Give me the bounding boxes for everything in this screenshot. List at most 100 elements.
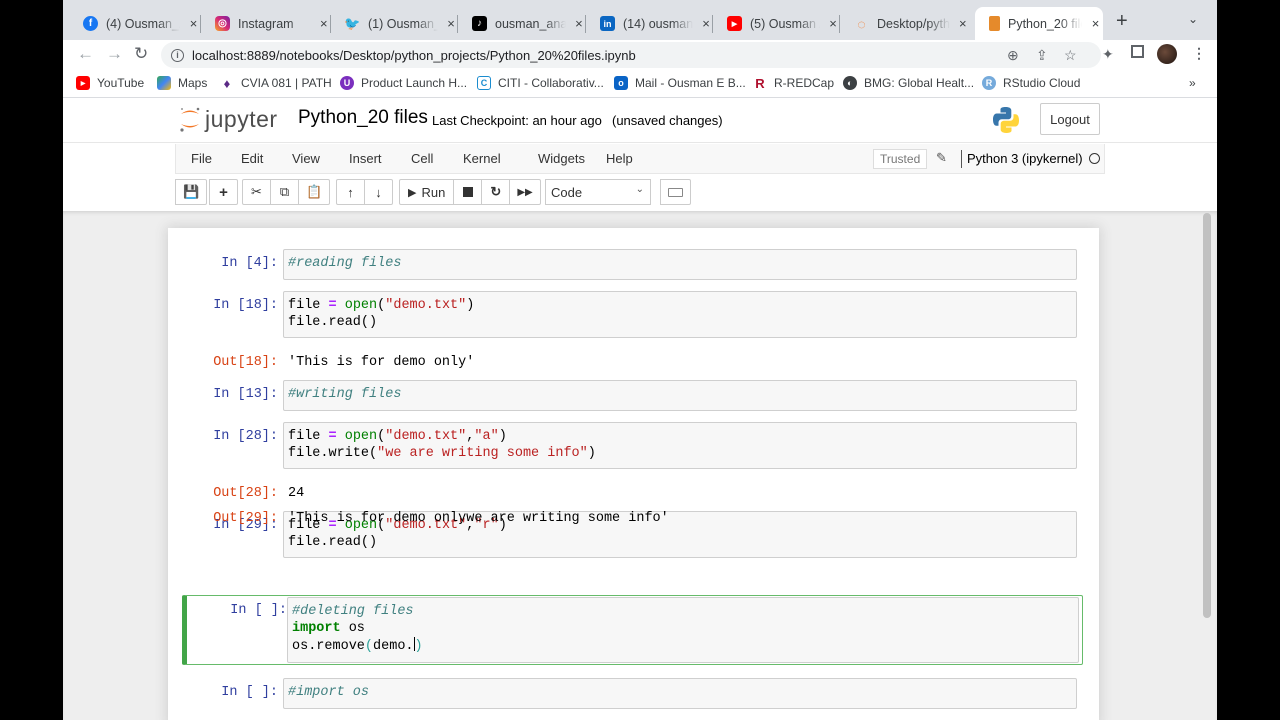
vertical-scrollbar[interactable]	[1203, 213, 1211, 618]
maps-icon	[157, 76, 171, 90]
new-tab-button[interactable]: +	[1116, 10, 1128, 33]
kernel-name[interactable]: Python 3 (ipykernel)	[967, 151, 1083, 166]
save-button[interactable]: 💾	[175, 179, 208, 205]
fast-forward-icon: ▶▶	[517, 186, 533, 198]
tab-search-chevron-icon[interactable]: ⌄	[1188, 12, 1198, 26]
forward-arrow-icon[interactable]: →	[106, 44, 123, 64]
close-tab-icon[interactable]: ×	[444, 16, 458, 31]
code-editor[interactable]: #import os	[283, 678, 1077, 709]
input-prompt: In [13]:	[213, 387, 278, 402]
edit-pencil-icon[interactable]: ✎	[936, 150, 947, 166]
run-button[interactable]: ▶ Run	[399, 179, 455, 205]
notebook-name[interactable]: Python_20 files	[298, 107, 428, 129]
site-info-icon[interactable]: i	[171, 48, 184, 62]
tab-jupyter-tree[interactable]: ◌ Desktop/pyth ×	[840, 7, 970, 40]
bookmark-redcap[interactable]: R R-REDCap	[753, 76, 834, 91]
close-tab-icon[interactable]: ×	[186, 16, 201, 31]
copy-icon: ⧉	[279, 184, 290, 199]
code-cell-selected[interactable]: In [ ]: #deleting files import os os.remove…	[182, 595, 1083, 665]
copy-button[interactable]: ⧉	[270, 179, 299, 205]
side-panel-icon[interactable]	[1131, 45, 1144, 58]
zoom-icon[interactable]: ⊕	[1007, 47, 1019, 64]
tab-tiktok[interactable]: ♪ ousman_analy ×	[458, 7, 586, 40]
python-logo-icon	[993, 107, 1019, 133]
back-arrow-icon[interactable]: ←	[77, 44, 94, 64]
tab-notebook-active[interactable]: Python_20 file ×	[975, 7, 1103, 40]
code-editor[interactable]: file = open("demo.txt") file.read()	[283, 291, 1077, 338]
input-prompt: In [ ]:	[221, 685, 278, 700]
code-editor[interactable]: #reading files	[283, 249, 1077, 280]
bookmark-youtube[interactable]: ▶ YouTube	[76, 76, 144, 90]
reload-icon[interactable]: ↻	[134, 44, 148, 64]
jupyter-header: jupyter Python_20 files Last Checkpoint:…	[63, 99, 1217, 143]
cut-button[interactable]: ✂	[242, 179, 271, 205]
tab-instagram[interactable]: ◎ Instagram ×	[201, 7, 331, 40]
trusted-badge[interactable]: Trusted	[873, 149, 928, 169]
interrupt-button[interactable]	[453, 179, 483, 205]
code-token: =	[328, 298, 337, 313]
close-tab-icon[interactable]: ×	[1088, 16, 1103, 31]
insert-cell-button[interactable]: +	[209, 179, 238, 205]
menu-edit[interactable]: Edit	[241, 151, 263, 166]
move-down-button[interactable]: ↓	[364, 179, 393, 205]
cell-type-select[interactable]: Code ⌄	[545, 179, 651, 205]
share-icon[interactable]: ⇪	[1036, 47, 1048, 64]
arrow-up-icon: ↑	[347, 184, 354, 200]
menu-insert[interactable]: Insert	[349, 151, 382, 166]
play-icon: ▶	[408, 186, 417, 199]
code-token: file.read()	[288, 534, 378, 550]
profile-avatar[interactable]	[1157, 44, 1177, 64]
close-tab-icon[interactable]: ×	[826, 16, 840, 31]
close-tab-icon[interactable]: ×	[699, 16, 713, 31]
bookmark-rstudio[interactable]: R RStudio Cloud	[982, 76, 1080, 90]
menu-help[interactable]: Help	[606, 151, 633, 166]
code-token: file	[288, 429, 329, 444]
tab-linkedin[interactable]: in (14) ousman_ ×	[586, 7, 713, 40]
bookmarks-overflow-button[interactable]: »	[1189, 76, 1196, 90]
tab-facebook[interactable]: f (4) Ousman_A ×	[69, 7, 201, 40]
tab-twitter[interactable]: 🐦 (1) Ousman_A ×	[331, 7, 458, 40]
close-tab-icon[interactable]: ×	[572, 16, 586, 31]
paste-button[interactable]: 📋	[298, 179, 331, 205]
citi-icon: C	[477, 76, 491, 90]
cell-output: 'This is for demo onlywe are writing som…	[288, 511, 669, 526]
output-prompt: Out[29]:	[213, 511, 278, 526]
extensions-puzzle-icon[interactable]: ✦	[1102, 46, 1114, 63]
bookmark-star-icon[interactable]: ☆	[1064, 47, 1077, 64]
restart-kernel-button[interactable]: ↻	[481, 179, 511, 205]
menu-file[interactable]: File	[191, 151, 212, 166]
restart-run-all-button[interactable]: ▶▶	[509, 179, 541, 205]
menu-widgets[interactable]: Widgets	[538, 151, 585, 166]
move-up-button[interactable]: ↑	[336, 179, 365, 205]
url-text[interactable]: localhost:8889/notebooks/Desktop/python_…	[192, 48, 636, 63]
code-editor[interactable]: #deleting files import os os.remove(demo.)	[287, 597, 1079, 663]
menu-kernel[interactable]: Kernel	[463, 151, 501, 166]
code-editor[interactable]: #writing files	[283, 380, 1077, 411]
code-token: "demo.txt"	[385, 298, 467, 313]
close-tab-icon[interactable]: ×	[317, 16, 332, 31]
address-bar[interactable]: i localhost:8889/notebooks/Desktop/pytho…	[161, 42, 1101, 68]
code-token: "we are writing some info"	[377, 445, 588, 461]
menu-cell[interactable]: Cell	[411, 151, 433, 166]
tab-youtube[interactable]: ▶ (5) Ousman A ×	[713, 7, 840, 40]
code-editor[interactable]: file = open("demo.txt","a") file.write("w…	[283, 422, 1077, 469]
code-line: import os	[292, 621, 1074, 638]
autosave-status: (unsaved changes)	[612, 113, 723, 128]
logout-button[interactable]: Logout	[1040, 103, 1100, 135]
bookmark-maps[interactable]: Maps	[157, 76, 207, 90]
bookmark-citi[interactable]: C CITI - Collaborativ...	[477, 76, 604, 90]
twitter-icon: 🐦	[344, 15, 361, 31]
bookmark-cvia[interactable]: ♦ CVIA 081 | PATH	[220, 76, 332, 91]
jupyter-icon: ◌	[857, 15, 866, 32]
bookmarks-bar: ▶ YouTube Maps ♦ CVIA 081 | PATH U Produ…	[63, 70, 1217, 98]
more-menu-icon[interactable]: ⋮	[1192, 45, 1206, 62]
bookmark-mail[interactable]: o Mail - Ousman E B...	[614, 76, 746, 90]
menu-view[interactable]: View	[292, 151, 320, 166]
jupyter-logo[interactable]: jupyter	[179, 105, 278, 133]
save-icon: 💾	[183, 184, 200, 199]
bookmark-bmg[interactable]: ◐ BMG: Global Healt...	[843, 76, 974, 90]
command-palette-button[interactable]	[660, 179, 691, 205]
bookmark-product-launch[interactable]: U Product Launch H...	[340, 76, 467, 90]
close-tab-icon[interactable]: ×	[956, 16, 971, 31]
